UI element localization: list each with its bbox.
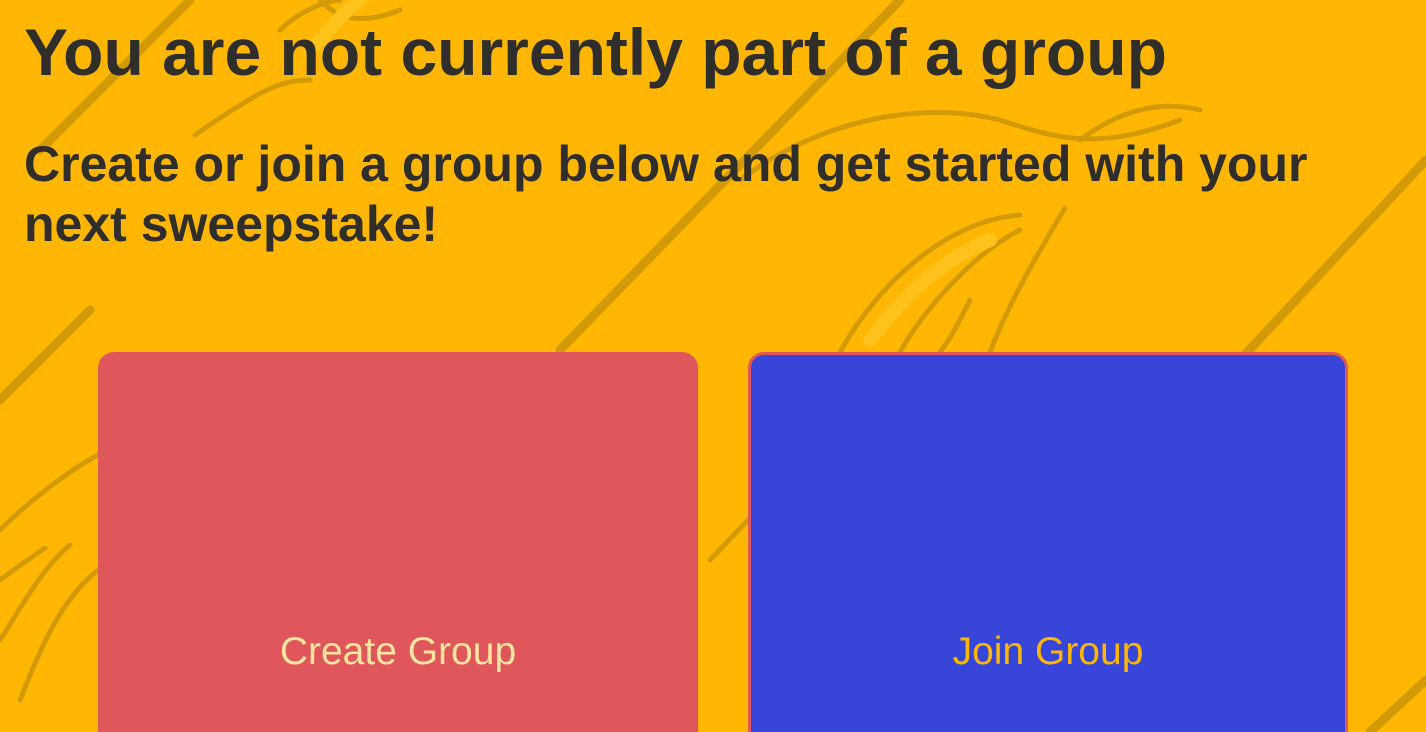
create-group-label: Create Group xyxy=(279,630,517,673)
join-group-button[interactable]: Join Group xyxy=(748,352,1348,732)
page-title: You are not currently part of a group xyxy=(24,15,1167,89)
join-group-label: Join Group xyxy=(952,630,1144,673)
page-subtitle: Create or join a group below and get sta… xyxy=(24,136,1308,252)
create-group-button[interactable]: Create Group xyxy=(98,352,698,732)
